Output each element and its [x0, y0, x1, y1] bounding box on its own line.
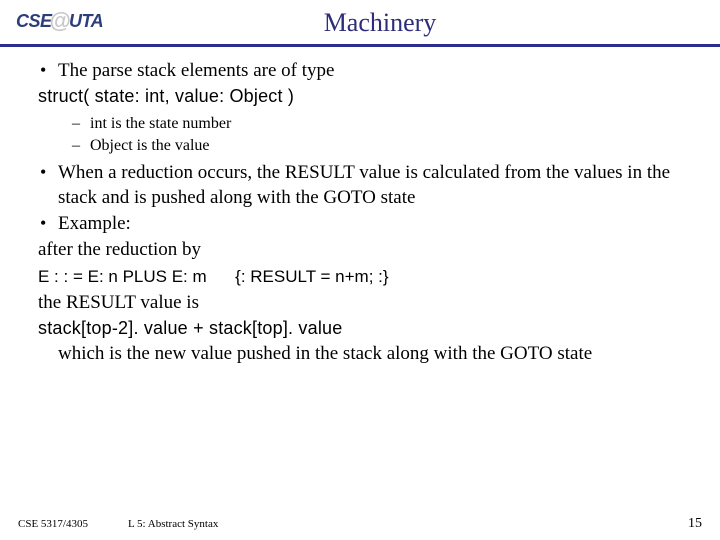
footer-lecture: L 5: Abstract Syntax: [128, 518, 218, 530]
divider: [0, 44, 720, 47]
rule-rhs: {: RESULT = n+m; :}: [235, 267, 388, 286]
header: CSE @ UTA Machinery: [0, 0, 720, 38]
footer-course: CSE 5317/4305: [18, 518, 128, 530]
rule-lhs: E : : = E: n PLUS E: m: [38, 267, 207, 286]
footer: CSE 5317/4305 L 5: Abstract Syntax 15: [0, 516, 720, 532]
bullet-example: Example:: [36, 212, 700, 236]
slide-content: The parse stack elements are of type str…: [0, 59, 720, 367]
slide-title: Machinery: [120, 8, 720, 38]
logo-at-icon: @: [50, 8, 71, 34]
text-after-reduction: after the reduction by: [36, 238, 700, 262]
logo-uta: UTA: [69, 11, 103, 32]
logo: CSE @ UTA: [16, 8, 120, 34]
slide-number: 15: [688, 516, 702, 532]
bullet-parse-stack: The parse stack elements are of type: [36, 59, 700, 83]
struct-definition: struct( state: int, value: Object ): [36, 85, 700, 108]
stack-expression: stack[top-2]. value + stack[top]. value: [36, 317, 700, 340]
text-result-is: the RESULT value is: [36, 291, 700, 315]
logo-cse: CSE: [16, 11, 52, 32]
subbullet-int: int is the state number: [70, 114, 700, 134]
bullet-reduction: When a reduction occurs, the RESULT valu…: [36, 161, 700, 210]
text-pushed-goto: which is the new value pushed in the sta…: [36, 342, 700, 366]
grammar-rule: E : : = E: n PLUS E: m {: RESULT = n+m; …: [36, 265, 700, 289]
subbullet-object: Object is the value: [70, 136, 700, 156]
